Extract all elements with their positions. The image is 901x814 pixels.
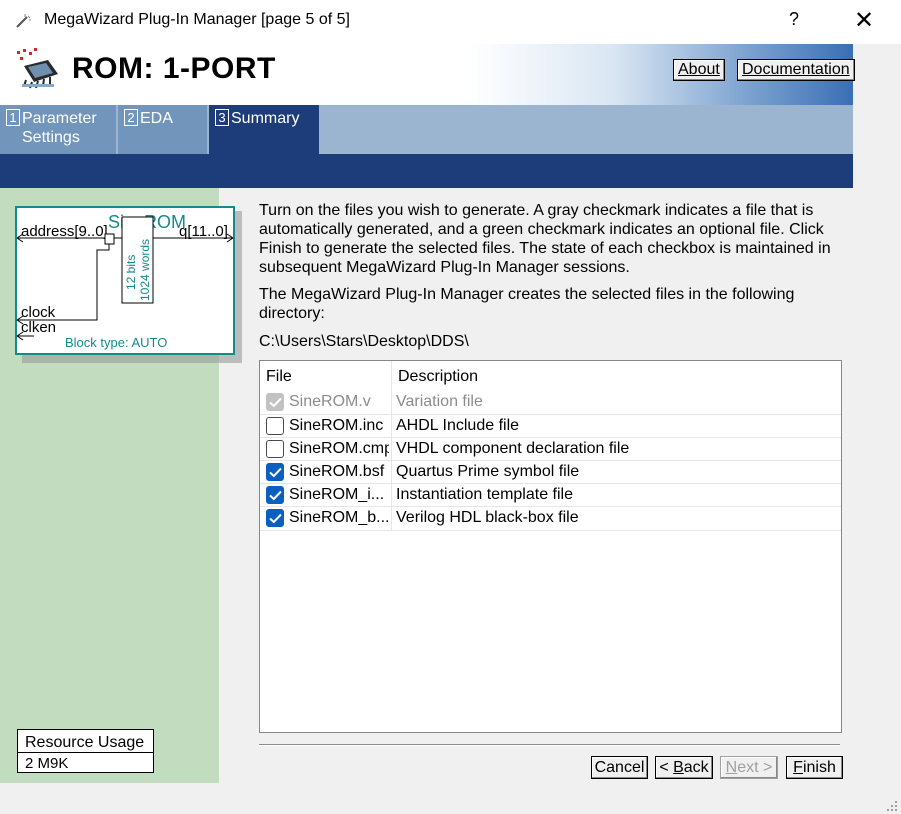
file-name: SineROM.bsf xyxy=(289,463,385,480)
instructions-text: Turn on the files you wish to generate. … xyxy=(259,202,831,276)
file-checkbox[interactable] xyxy=(266,486,284,504)
file-checkbox xyxy=(266,393,284,411)
file-checkbox[interactable] xyxy=(266,417,284,435)
checkmark-icon xyxy=(269,467,282,478)
divider xyxy=(18,752,153,753)
title-bar: MegaWizard Plug-In Manager [page 5 of 5]… xyxy=(0,0,901,44)
page-title: ROM: 1-PORT xyxy=(72,52,276,85)
words-label: 1024 words xyxy=(138,239,152,301)
finish-button[interactable]: Finish xyxy=(786,756,843,779)
resource-usage-header: Resource Usage xyxy=(25,734,145,751)
back-button[interactable]: < Back xyxy=(655,756,713,779)
column-header-description[interactable]: Description xyxy=(398,368,478,386)
chip-logo-icon xyxy=(17,48,58,89)
file-description: Variation file xyxy=(396,393,483,410)
port-clken: clken xyxy=(21,319,56,336)
resize-grip-icon[interactable] xyxy=(884,798,898,812)
resource-usage-box: Resource Usage 2 M9K xyxy=(17,729,154,773)
tab-label: Summary xyxy=(231,110,300,127)
close-button[interactable]: ✕ xyxy=(854,6,874,35)
next-button[interactable]: Next > xyxy=(720,756,778,779)
table-row: SineROM_b... Verilog HDL black-box file xyxy=(260,506,841,531)
file-name: SineROM_b... xyxy=(289,509,389,526)
table-row: SineROM.bsf Quartus Prime symbol file xyxy=(260,460,841,484)
button-separator xyxy=(259,744,840,746)
tab-number: 3 xyxy=(215,109,229,126)
table-row: SineROM_i... Instantiation template file xyxy=(260,483,841,507)
port-address: address[9..0] xyxy=(21,223,108,240)
table-row: SineROM.v Variation file xyxy=(260,391,841,414)
file-name: SineROM.inc xyxy=(289,417,384,434)
table-row: SineROM.inc AHDL Include file xyxy=(260,414,841,438)
tab-eda[interactable]: 2 EDA xyxy=(118,105,207,154)
tab-label: EDA xyxy=(140,110,173,127)
column-header-file[interactable]: File xyxy=(266,368,292,386)
tab-number: 2 xyxy=(124,109,138,126)
rom-symbol-diagram: SineROM address[9..0] 12 bits 1024 words… xyxy=(15,206,242,363)
cancel-button[interactable]: Cancel xyxy=(591,756,648,779)
tab-underline-band xyxy=(0,154,853,188)
resource-usage-value: 2 M9K xyxy=(25,755,69,772)
checkmark-icon xyxy=(269,513,282,524)
tab-summary[interactable]: 3 Summary xyxy=(209,105,319,154)
port-q: q[11..0] xyxy=(179,223,228,240)
file-description: Verilog HDL black-box file xyxy=(396,509,579,526)
table-row: SineROM.cmp VHDL component declaration f… xyxy=(260,437,841,461)
block-type-label: Block type: AUTO xyxy=(65,335,167,350)
checkmark-icon xyxy=(269,397,282,408)
file-description: Instantiation template file xyxy=(396,486,573,503)
about-button[interactable]: About xyxy=(673,59,725,81)
documentation-button[interactable]: Documentation xyxy=(737,59,855,81)
directory-intro-text: The MegaWizard Plug-In Manager creates t… xyxy=(259,286,795,322)
wand-icon xyxy=(16,14,31,28)
file-checkbox[interactable] xyxy=(266,509,284,527)
wizard-header: ROM: 1-PORT About Documentation xyxy=(0,44,855,105)
tab-bar: 1 Parameter Settings 2 EDA 3 Summary xyxy=(0,105,853,154)
checkmark-icon xyxy=(269,490,282,501)
file-name: SineROM_i... xyxy=(289,486,385,503)
file-name: SineROM.cmp xyxy=(289,440,389,457)
file-list-table: File Description SineROM.v Variation fil… xyxy=(259,360,842,733)
bits-label: 12 bits xyxy=(124,255,138,290)
file-description: VHDL component declaration file xyxy=(396,440,630,457)
tab-parameter-settings[interactable]: 1 Parameter Settings xyxy=(0,105,116,154)
file-description: Quartus Prime symbol file xyxy=(396,463,580,480)
file-description: AHDL Include file xyxy=(396,417,520,434)
file-checkbox[interactable] xyxy=(266,463,284,481)
tab-number: 1 xyxy=(6,109,20,126)
window-title: MegaWizard Plug-In Manager [page 5 of 5] xyxy=(44,11,350,28)
file-name: SineROM.v xyxy=(289,393,371,410)
file-checkbox[interactable] xyxy=(266,440,284,458)
output-directory: C:\Users\Stars\Desktop\DDS\ xyxy=(259,333,469,350)
help-button[interactable]: ? xyxy=(789,9,799,30)
tab-label: Parameter Settings xyxy=(22,110,97,146)
